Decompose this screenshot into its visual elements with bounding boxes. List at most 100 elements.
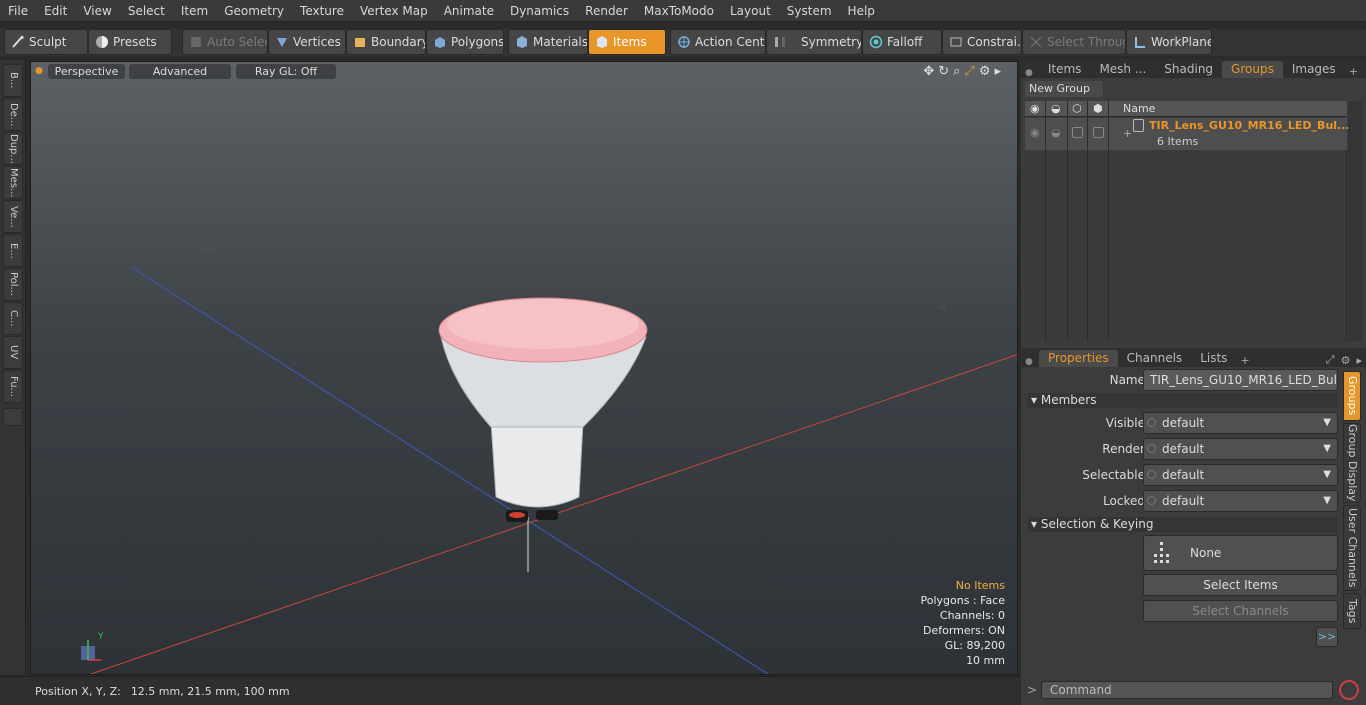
items-button[interactable]: Items	[588, 29, 666, 55]
constraints-button[interactable]: Constrai...	[942, 29, 1022, 55]
move-view-icon[interactable]: ✥	[923, 64, 934, 79]
props-panel-menu-dot[interactable]: ●	[1021, 357, 1037, 367]
menu-dynamics[interactable]: Dynamics	[502, 0, 577, 22]
groups-list-body[interactable]	[1025, 151, 1347, 341]
more-options-button[interactable]: >>	[1316, 627, 1338, 647]
visible-dropdown[interactable]: default ▼	[1143, 412, 1338, 434]
visible-key-icon[interactable]	[1147, 418, 1156, 427]
locked-key-icon[interactable]	[1147, 496, 1156, 505]
record-icon[interactable]	[1339, 680, 1359, 700]
side-tab-groups[interactable]: Groups	[1343, 371, 1361, 421]
lock-col-icon[interactable]: ⬢	[1093, 102, 1103, 115]
vertices-button[interactable]: Vertices 1	[268, 29, 346, 55]
top-panel-menu-dot[interactable]: ●	[1021, 68, 1033, 78]
raygl-toggle[interactable]: Ray GL: Off	[236, 64, 336, 79]
side-tab-tags[interactable]: Tags	[1343, 593, 1361, 629]
props-more-icon[interactable]: ▸	[1352, 354, 1366, 367]
left-tab-polygon[interactable]: Pol...	[3, 268, 23, 301]
render-col-icon[interactable]: ◒	[1051, 102, 1061, 115]
add-props-tab-icon[interactable]: +	[1236, 354, 1253, 367]
menu-geometry[interactable]: Geometry	[216, 0, 292, 22]
menu-layout[interactable]: Layout	[722, 0, 779, 22]
menu-system[interactable]: System	[779, 0, 840, 22]
polygons-button[interactable]: Polygons	[426, 29, 504, 55]
render-key-icon[interactable]	[1147, 444, 1156, 453]
side-tab-user-channels[interactable]: User Channels	[1343, 505, 1361, 591]
presets-button[interactable]: Presets	[88, 29, 172, 55]
tab-properties[interactable]: Properties	[1039, 350, 1118, 367]
tab-shading[interactable]: Shading	[1155, 61, 1222, 78]
selection-keying-section[interactable]: ▾ Selection & Keying	[1027, 517, 1338, 532]
led-bulb-model[interactable]	[438, 297, 648, 522]
row-lock-checkbox[interactable]	[1093, 127, 1104, 138]
falloff-button[interactable]: Falloff	[862, 29, 942, 55]
workplane-button[interactable]: WorkPlane	[1126, 29, 1212, 55]
rotate-view-icon[interactable]: ↻	[938, 64, 949, 79]
left-tab-uv[interactable]: UV	[3, 336, 23, 369]
selectable-key-icon[interactable]	[1147, 470, 1156, 479]
left-tab-fusion[interactable]: Fu...	[3, 370, 23, 403]
select-channels-button[interactable]: Select Channels	[1143, 600, 1338, 622]
groups-scrollbar[interactable]	[1348, 101, 1362, 341]
viewport-menu-dot[interactable]: ●	[35, 64, 43, 79]
command-input[interactable]: Command	[1041, 681, 1333, 699]
tab-mesh[interactable]: Mesh ...	[1090, 61, 1155, 78]
keying-none-button[interactable]: None	[1143, 535, 1338, 571]
left-tab-duplicate[interactable]: Dup...	[3, 132, 23, 165]
menu-file[interactable]: File	[0, 0, 36, 22]
row-select-checkbox[interactable]	[1072, 127, 1083, 138]
maximize-view-icon[interactable]: ⤢	[964, 64, 974, 79]
menu-maxtomodo[interactable]: MaxToModo	[636, 0, 722, 22]
side-tab-group-display[interactable]: Group Display	[1343, 423, 1361, 503]
left-tab-extra[interactable]	[3, 408, 23, 426]
menu-edit[interactable]: Edit	[36, 0, 75, 22]
view-mode-dropdown[interactable]: Perspective	[48, 64, 125, 79]
zoom-view-icon[interactable]: ⌕	[953, 64, 960, 79]
tab-images[interactable]: Images	[1283, 61, 1345, 78]
menu-render[interactable]: Render	[577, 0, 636, 22]
row-render-icon[interactable]: ◒	[1051, 126, 1061, 139]
tab-channels[interactable]: Channels	[1118, 350, 1192, 367]
shading-dropdown[interactable]: Advanced	[129, 64, 231, 79]
expand-panel-icon[interactable]: ⤢	[1362, 64, 1366, 78]
locked-dropdown[interactable]: default ▼	[1143, 490, 1338, 512]
tab-items[interactable]: Items	[1039, 61, 1091, 78]
render-dropdown[interactable]: default ▼	[1143, 438, 1338, 460]
selectable-dropdown[interactable]: default ▼	[1143, 464, 1338, 486]
symmetry-button[interactable]: Symmetry	[766, 29, 862, 55]
menu-item[interactable]: Item	[173, 0, 216, 22]
menu-help[interactable]: Help	[840, 0, 883, 22]
tab-lists[interactable]: Lists	[1191, 350, 1236, 367]
new-group-button[interactable]: New Group	[1025, 81, 1103, 97]
tab-groups[interactable]: Groups	[1222, 61, 1283, 78]
viewport-more-icon[interactable]: ▸	[994, 64, 1001, 79]
left-tab-edge[interactable]: E...	[3, 234, 23, 267]
boundary-button[interactable]: Boundary	[346, 29, 426, 55]
menu-view[interactable]: View	[75, 0, 119, 22]
row-visibility-icon[interactable]: ◉	[1030, 126, 1040, 139]
menu-texture[interactable]: Texture	[292, 0, 352, 22]
menu-vertex-map[interactable]: Vertex Map	[352, 0, 436, 22]
left-tab-curve[interactable]: C...	[3, 302, 23, 335]
props-settings-icon[interactable]: ⚙	[1339, 354, 1353, 367]
menu-animate[interactable]: Animate	[436, 0, 502, 22]
viewport-settings-icon[interactable]: ⚙	[979, 64, 991, 79]
expand-group-icon[interactable]: +	[1123, 127, 1132, 140]
select-col-icon[interactable]: ⬡	[1072, 102, 1082, 115]
visibility-col-icon[interactable]: ◉	[1030, 102, 1040, 115]
left-tab-vertex[interactable]: Ve...	[3, 200, 23, 233]
add-tab-icon[interactable]: +	[1345, 65, 1362, 78]
left-tab-basic[interactable]: B...	[3, 64, 23, 97]
menu-select[interactable]: Select	[120, 0, 173, 22]
action-center-button[interactable]: Action Center	[670, 29, 766, 55]
materials-button[interactable]: Materials	[508, 29, 588, 55]
select-items-button[interactable]: Select Items	[1143, 574, 1338, 596]
name-field[interactable]: TIR_Lens_GU10_MR16_LED_Bulb (3)	[1143, 369, 1338, 391]
left-tab-mesh-edit[interactable]: Mes...	[3, 166, 23, 199]
expand-props-icon[interactable]: ⤢	[1322, 353, 1339, 367]
group-name[interactable]: TIR_Lens_GU10_MR16_LED_Bul...	[1149, 119, 1350, 132]
left-tab-deform[interactable]: De...	[3, 98, 23, 131]
group-row[interactable]: ◉ ◒ + TIR_Lens_GU10_MR16_LED_Bul... 6 It…	[1025, 118, 1350, 150]
select-through-button[interactable]: Select Through	[1022, 29, 1126, 55]
3d-viewport[interactable]: +z -x Y ● Perspective Advanced Ray GL: O…	[30, 61, 1018, 675]
